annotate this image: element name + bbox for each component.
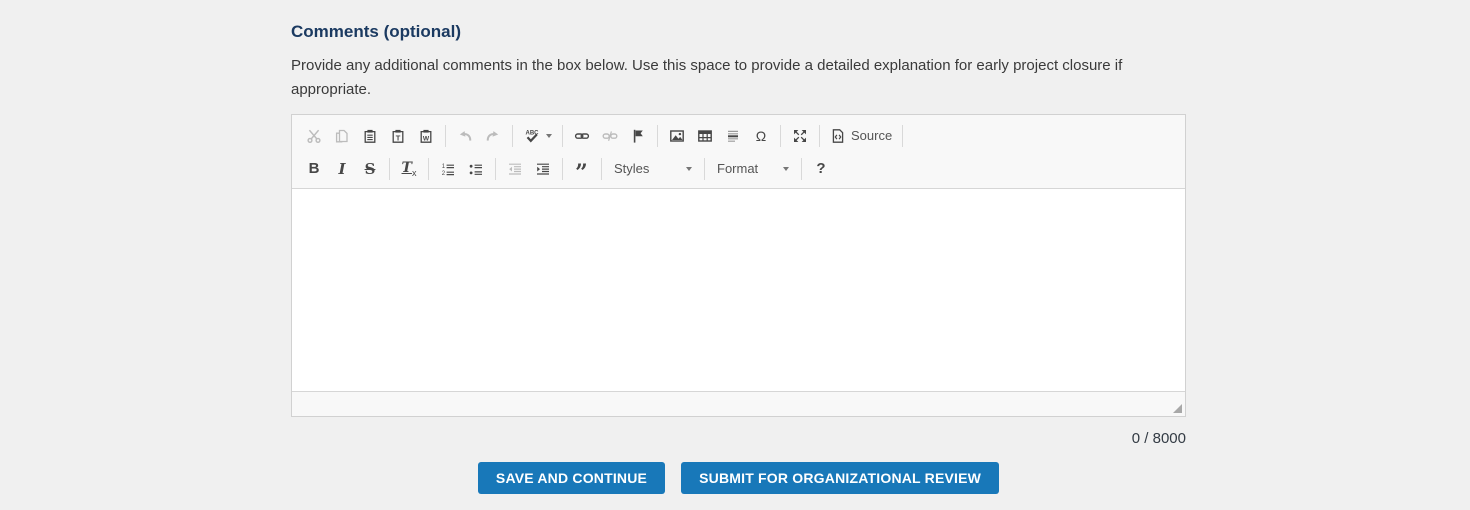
submit-for-organizational-review-button[interactable]: SUBMIT FOR ORGANIZATIONAL REVIEW	[681, 462, 999, 494]
italic-button[interactable]: I	[330, 157, 354, 181]
maximize-button[interactable]	[788, 124, 812, 148]
format-dropdown[interactable]: Format	[710, 157, 796, 181]
undo-button	[453, 124, 477, 148]
anchor-button[interactable]	[626, 124, 650, 148]
toolbar-separator	[657, 125, 658, 147]
omega-icon: Ω	[756, 128, 766, 144]
spell-check-icon: ABC	[523, 128, 541, 144]
table-icon	[697, 128, 713, 144]
unlink-button	[598, 124, 622, 148]
strikethrough-button[interactable]: S	[358, 157, 382, 181]
toolbar-separator	[902, 125, 903, 147]
help-icon: ?	[816, 160, 825, 177]
toolbar-row-1: T W	[300, 119, 1177, 152]
remove-format-icon: Tx	[402, 159, 417, 178]
save-and-continue-button[interactable]: SAVE AND CONTINUE	[478, 462, 665, 494]
svg-text:T: T	[396, 133, 401, 142]
toolbar-separator	[801, 158, 802, 180]
toolbar-separator	[819, 125, 820, 147]
chevron-down-icon	[783, 167, 789, 171]
copy-button	[330, 124, 354, 148]
form-actions: SAVE AND CONTINUE SUBMIT FOR ORGANIZATIO…	[291, 462, 1186, 494]
table-button[interactable]	[693, 124, 717, 148]
cut-button	[302, 124, 326, 148]
editor-status-bar	[292, 391, 1185, 416]
increase-indent-button[interactable]	[531, 157, 555, 181]
anchor-flag-icon	[630, 128, 646, 144]
toolbar-separator	[445, 125, 446, 147]
editor-content-area[interactable]	[292, 189, 1185, 391]
section-heading: Comments (optional)	[291, 22, 1186, 42]
redo-icon	[485, 128, 501, 144]
toolbar-separator	[495, 158, 496, 180]
horizontal-line-icon	[725, 128, 741, 144]
toolbar-separator	[601, 158, 602, 180]
comments-section: Comments (optional) Provide any addition…	[291, 0, 1186, 494]
toolbar-separator	[704, 158, 705, 180]
svg-text:1: 1	[442, 163, 446, 169]
bulleted-list-button[interactable]	[464, 157, 488, 181]
horizontal-line-button[interactable]	[721, 124, 745, 148]
cut-icon	[306, 128, 322, 144]
undo-icon	[457, 128, 473, 144]
spell-check-dropdown-arrow-icon	[546, 134, 552, 138]
maximize-icon	[792, 128, 808, 144]
block-quote-button[interactable]: ”	[570, 157, 594, 181]
styles-dropdown-label: Styles	[614, 161, 649, 176]
remove-format-button[interactable]: Tx	[397, 157, 421, 181]
paste-icon	[362, 128, 378, 144]
image-icon	[669, 128, 685, 144]
toolbar-separator	[389, 158, 390, 180]
link-button[interactable]	[570, 124, 594, 148]
section-description: Provide any additional comments in the b…	[291, 54, 1186, 102]
strikethrough-icon: S	[365, 160, 376, 178]
link-icon	[574, 128, 590, 144]
increase-indent-icon	[535, 161, 551, 177]
bold-button[interactable]: B	[302, 157, 326, 181]
paste-plain-text-button[interactable]: T	[386, 124, 410, 148]
source-icon	[830, 128, 846, 144]
rich-text-editor: T W	[291, 114, 1186, 417]
chevron-down-icon	[686, 167, 692, 171]
toolbar-separator	[512, 125, 513, 147]
copy-icon	[334, 128, 350, 144]
svg-text:W: W	[423, 135, 430, 142]
special-character-button[interactable]: Ω	[749, 124, 773, 148]
character-counter: 0 / 8000	[291, 430, 1186, 447]
bulleted-list-icon	[468, 161, 484, 177]
toolbar-separator	[428, 158, 429, 180]
italic-icon: I	[338, 160, 345, 178]
paste-from-word-icon: W	[418, 128, 434, 144]
source-label: Source	[851, 128, 892, 143]
redo-button	[481, 124, 505, 148]
svg-text:2: 2	[442, 171, 446, 177]
toolbar-row-2: B I S Tx 1 2	[300, 152, 1177, 185]
format-dropdown-label: Format	[717, 161, 758, 176]
block-quote-icon: ”	[575, 168, 589, 178]
paste-from-word-button[interactable]: W	[414, 124, 438, 148]
decrease-indent-button	[503, 157, 527, 181]
paste-button[interactable]	[358, 124, 382, 148]
decrease-indent-icon	[507, 161, 523, 177]
bold-icon: B	[309, 160, 320, 177]
unlink-icon	[602, 128, 618, 144]
image-button[interactable]	[665, 124, 689, 148]
paste-plain-text-icon: T	[390, 128, 406, 144]
numbered-list-button[interactable]: 1 2	[436, 157, 460, 181]
help-button[interactable]: ?	[809, 157, 833, 181]
editor-toolbar: T W	[292, 115, 1185, 189]
spell-check-button[interactable]: ABC	[520, 124, 555, 148]
toolbar-separator	[780, 125, 781, 147]
numbered-list-icon: 1 2	[440, 161, 456, 177]
styles-dropdown[interactable]: Styles	[607, 157, 699, 181]
toolbar-separator	[562, 125, 563, 147]
toolbar-separator	[562, 158, 563, 180]
resize-handle-icon[interactable]	[1173, 404, 1182, 413]
source-button[interactable]: Source	[827, 124, 895, 148]
